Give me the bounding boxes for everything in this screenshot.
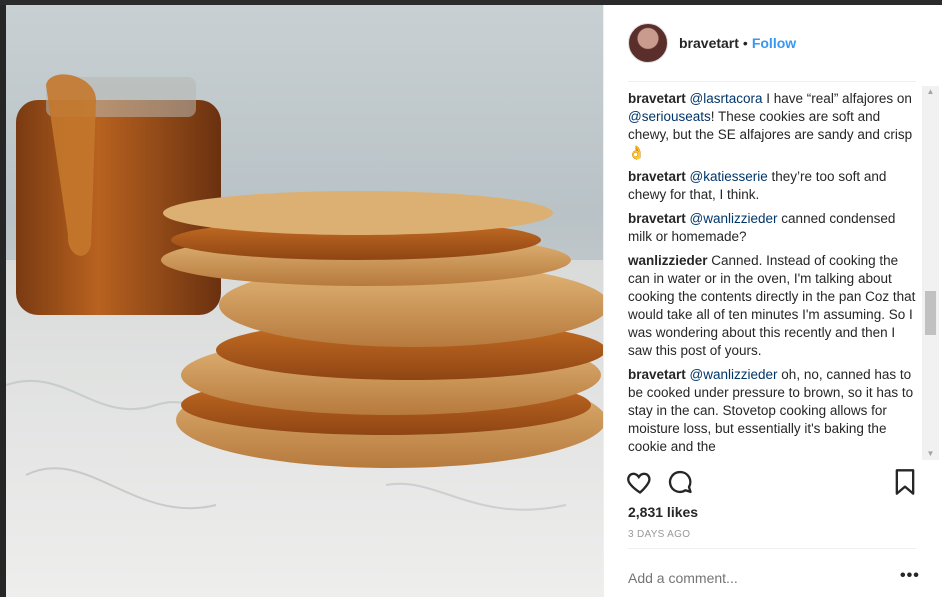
- likes-count[interactable]: 2,831 likes: [628, 504, 698, 520]
- comment: bravetart @wanlizzieder canned condensed…: [628, 210, 918, 246]
- scrollbar-thumb[interactable]: [925, 291, 936, 335]
- post-side-panel: bravetart • Follow bravetart @lasrtacora…: [603, 5, 942, 597]
- comment: bravetart @lasrtacora I have “real” alfa…: [628, 90, 918, 162]
- comment-mention[interactable]: @seriouseats: [628, 109, 711, 124]
- comments-scrollbar[interactable]: ▲ ▼: [922, 86, 939, 460]
- post-header: bravetart • Follow: [604, 5, 940, 81]
- more-options-icon[interactable]: •••: [900, 567, 920, 585]
- avatar[interactable]: [628, 23, 668, 63]
- comment-mention[interactable]: @wanlizzieder: [690, 211, 778, 226]
- comment-mention[interactable]: @wanlizzieder: [690, 367, 778, 382]
- comment-username[interactable]: bravetart: [628, 169, 686, 184]
- comment: wanlizzieder Canned. Instead of cooking …: [628, 252, 918, 360]
- add-comment-input[interactable]: [628, 570, 878, 586]
- action-bar: [626, 468, 918, 498]
- header-username[interactable]: bravetart: [679, 35, 739, 51]
- comment: bravetart @katiesserie they’re too soft …: [628, 168, 918, 204]
- comment-text: Canned. Instead of cooking the can in wa…: [628, 253, 916, 358]
- bookmark-icon[interactable]: [892, 468, 918, 501]
- scroll-down-arrow-icon[interactable]: ▼: [922, 448, 939, 460]
- post-timestamp[interactable]: 3 DAYS AGO: [628, 529, 690, 540]
- comment: bravetart @wanlizzieder oh, no, canned h…: [628, 366, 918, 456]
- post-photo: [6, 5, 603, 597]
- comment-username[interactable]: bravetart: [628, 367, 686, 382]
- comment-username[interactable]: bravetart: [628, 91, 686, 106]
- comment-username[interactable]: wanlizzieder: [628, 253, 708, 268]
- comment-text: I have “real” alfajores on: [762, 91, 912, 106]
- comments-list: bravetart @lasrtacora I have “real” alfa…: [628, 90, 918, 460]
- comment-mention[interactable]: @katiesserie: [690, 169, 768, 184]
- scroll-up-arrow-icon[interactable]: ▲: [922, 86, 939, 98]
- header-divider: [628, 81, 916, 82]
- comment-bubble-icon[interactable]: [666, 468, 694, 501]
- comment-box-divider: [628, 548, 916, 549]
- follow-button[interactable]: Follow: [752, 35, 796, 51]
- comment-username[interactable]: bravetart: [628, 211, 686, 226]
- like-heart-icon[interactable]: [626, 468, 654, 501]
- separator-dot: •: [742, 35, 748, 51]
- comment-mention[interactable]: @lasrtacora: [690, 91, 763, 106]
